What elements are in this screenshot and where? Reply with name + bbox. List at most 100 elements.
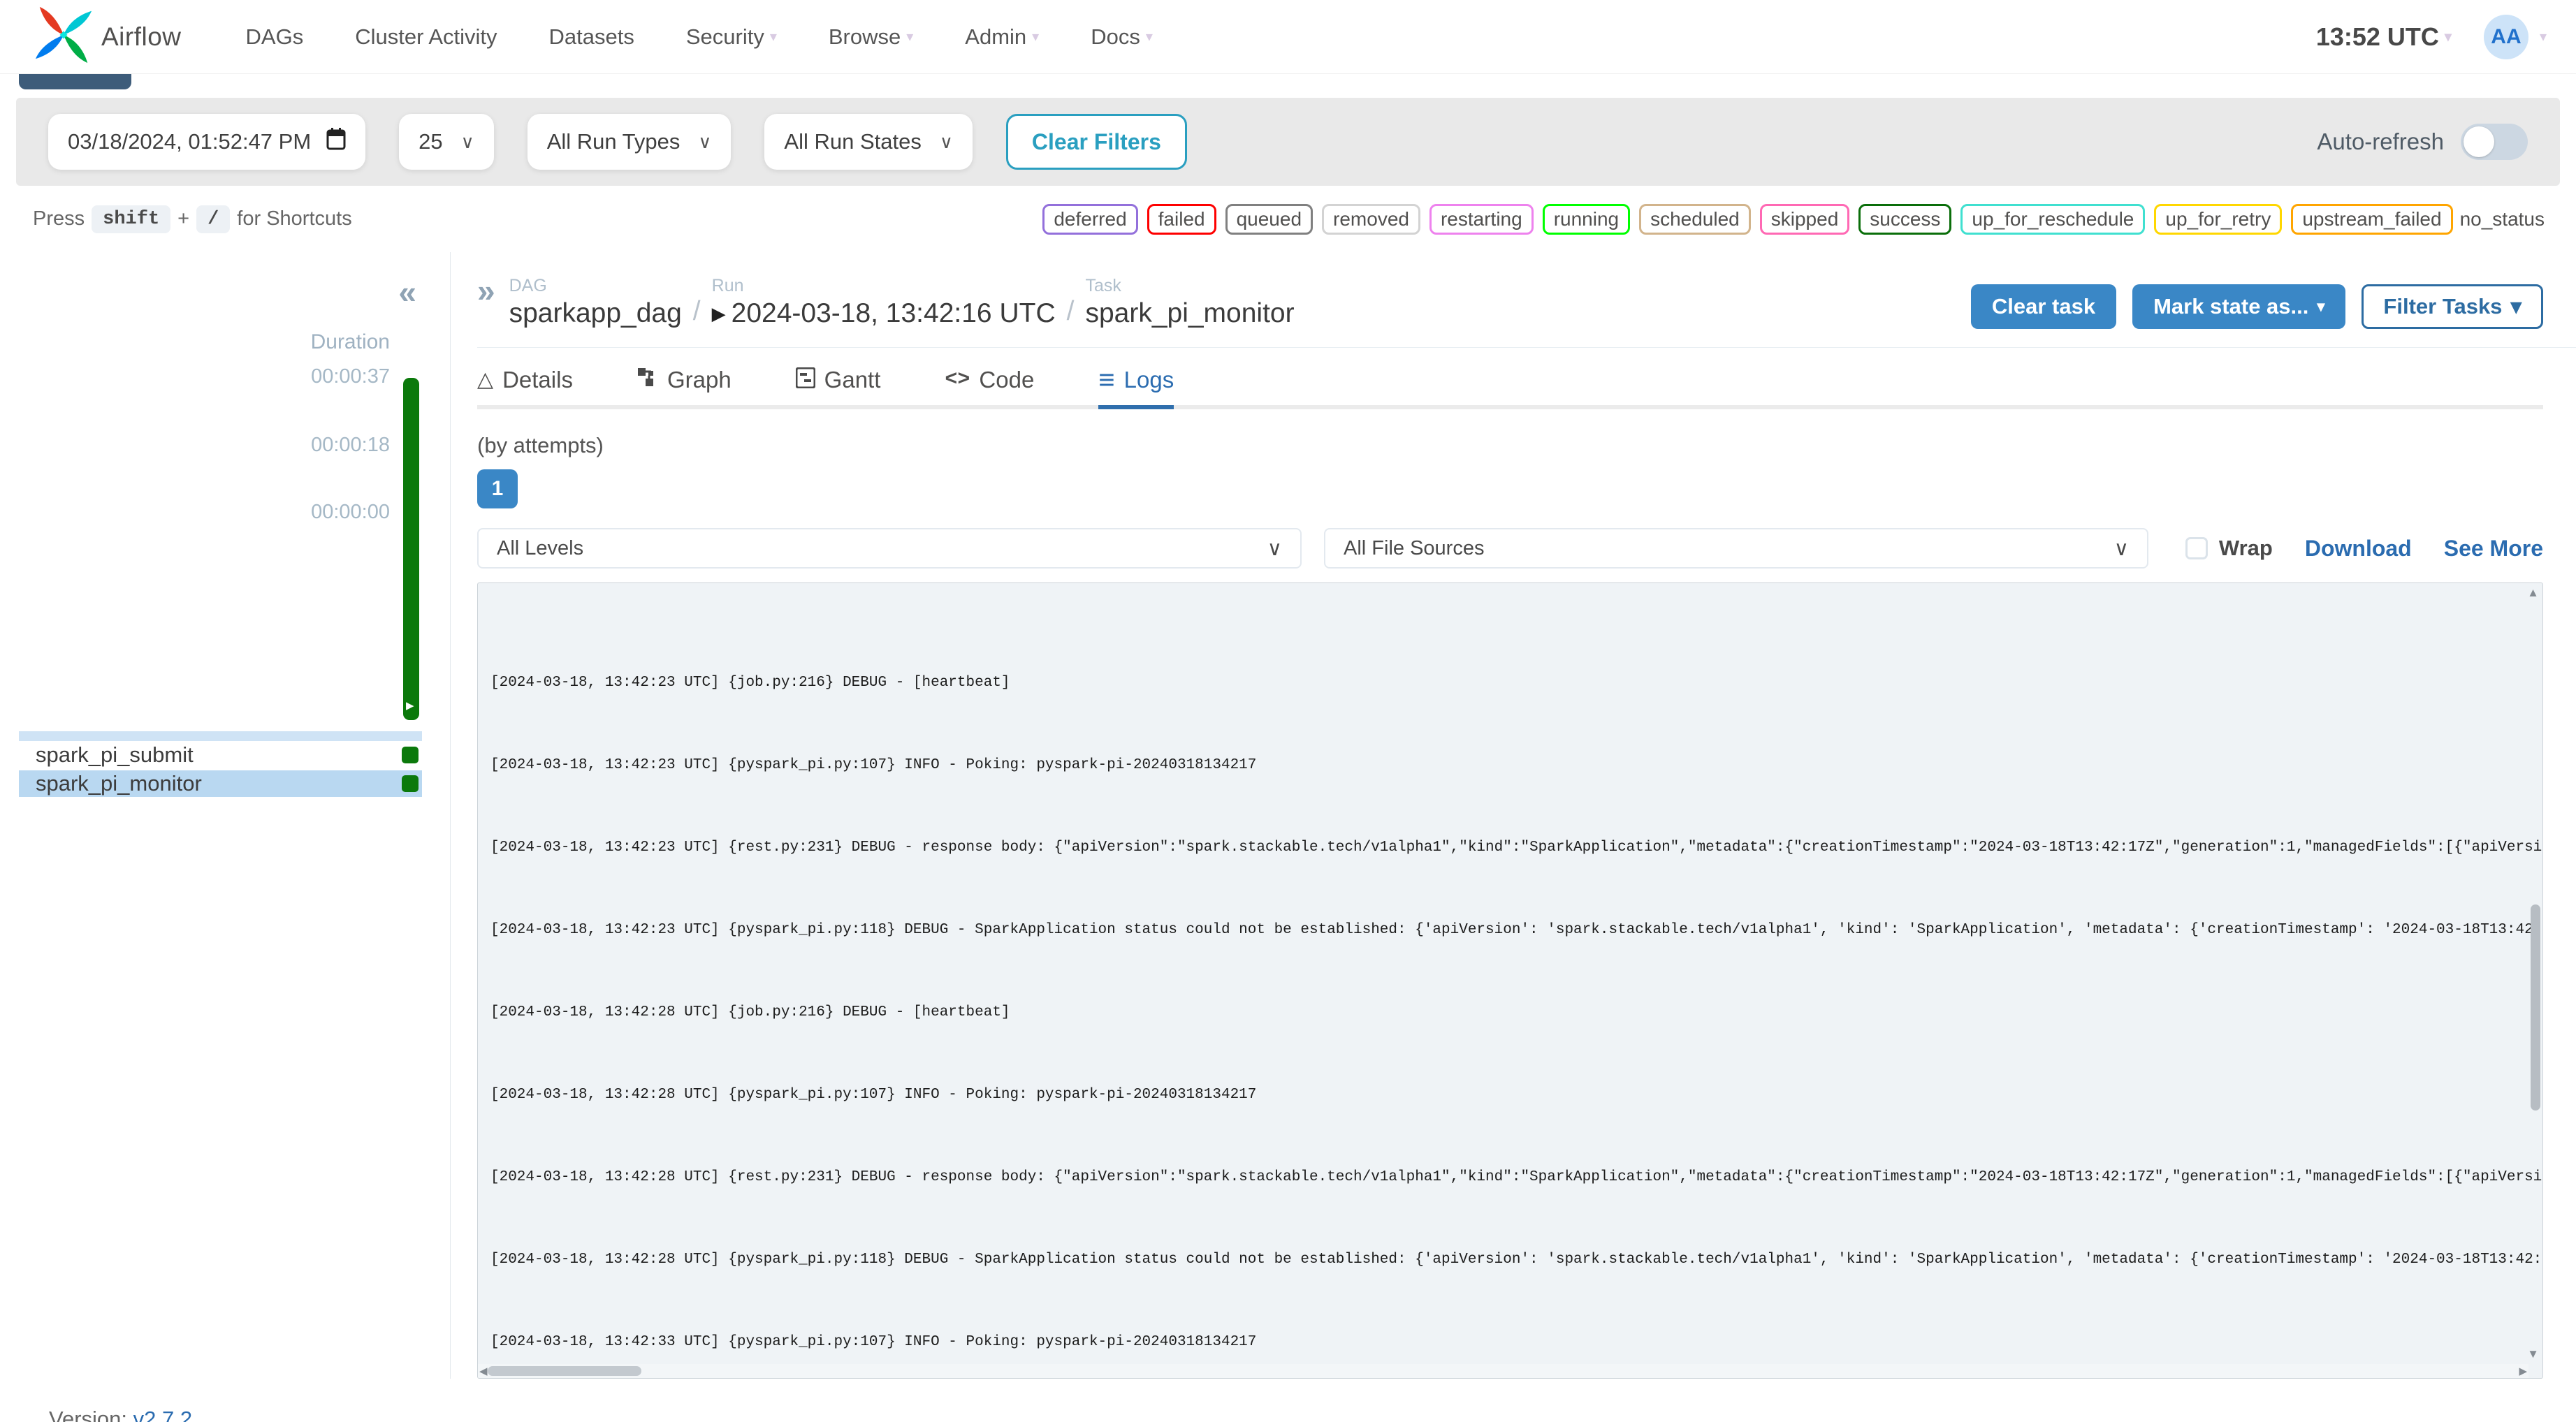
auto-refresh-label: Auto-refresh (2317, 129, 2444, 154)
shortcut-legend-row: Press shift + / for Shortcuts deferred f… (0, 186, 2576, 252)
task-row-spark-pi-monitor[interactable]: spark_pi_monitor (19, 770, 422, 797)
logs-icon: ≡ (1098, 365, 1115, 395)
log-line: [2024-03-18, 13:42:28 UTC] {pyspark_pi.p… (490, 1087, 1257, 1103)
state-badge[interactable]: upstream_failed (2291, 203, 2453, 235)
state-badge[interactable]: success (1858, 203, 1952, 235)
tab-code[interactable]: <> Code (945, 366, 1034, 409)
horizontal-scrollbar[interactable]: ◀ ▶ (478, 1364, 2528, 1378)
nav-menu-item[interactable]: DAGs (246, 24, 304, 50)
log-line: [2024-03-18, 13:42:28 UTC] {pyspark_pi.p… (490, 1252, 2542, 1268)
chevron-down-icon: ▾ (2510, 294, 2522, 318)
nav-menu-item[interactable]: Cluster Activity (355, 24, 497, 50)
state-badge[interactable]: failed (1147, 203, 1216, 235)
auto-refresh-toggle[interactable] (2461, 124, 2528, 160)
details-panel: » DAG sparkapp_dag / Run ▶ 2024-03-18, 1… (451, 252, 2576, 1379)
breadcrumb-run-value[interactable]: ▶ 2024-03-18, 13:42:16 UTC (712, 298, 1056, 329)
manual-run-icon: ▶ (711, 302, 726, 324)
scroll-right-icon[interactable]: ▶ (2519, 1365, 2527, 1377)
log-line: [2024-03-18, 13:42:33 UTC] {pyspark_pi.p… (490, 1334, 1257, 1350)
nav-menu-item[interactable]: Admin ▾ (965, 24, 1039, 50)
download-logs-link[interactable]: Download (2305, 536, 2412, 562)
chevron-down-icon: ∨ (1267, 537, 1282, 560)
state-badge[interactable]: removed (1322, 203, 1420, 235)
chevron-down-icon: ▾ (2539, 29, 2547, 45)
run-states-select[interactable]: All Run States ∨ (764, 114, 973, 170)
state-badge[interactable]: up_for_retry (2154, 203, 2283, 235)
wrap-checkbox[interactable] (2185, 537, 2208, 559)
tab-logs[interactable]: ≡ Logs (1098, 366, 1174, 409)
base-date-input[interactable]: 03/18/2024, 01:52:47 PM (48, 114, 366, 170)
log-lines: [2024-03-18, 13:42:23 UTC] {job.py:216} … (478, 583, 2542, 1351)
see-more-link[interactable]: See More (2444, 536, 2543, 562)
tab-graph[interactable]: Graph (637, 366, 732, 409)
log-output-panel[interactable]: [2024-03-18, 13:42:23 UTC] {job.py:216} … (477, 582, 2543, 1379)
task-state-square-success[interactable] (402, 747, 419, 763)
breadcrumb-run: Run ▶ 2024-03-18, 13:42:16 UTC (712, 276, 1056, 329)
attempt-1-button[interactable]: 1 (477, 469, 518, 508)
breadcrumb-task-value[interactable]: spark_pi_monitor (1085, 298, 1294, 329)
shift-key-badge: shift (92, 205, 171, 233)
utc-clock[interactable]: 13:52 UTC ▾ (2316, 22, 2452, 52)
no-status-label[interactable]: no_status (2460, 208, 2545, 230)
task-state-square-success[interactable] (402, 775, 419, 792)
clipped-button-fragment[interactable] (19, 74, 131, 89)
graph-icon (637, 367, 658, 393)
state-badge[interactable]: scheduled (1639, 203, 1751, 235)
chevron-down-icon: ▾ (2444, 29, 2452, 45)
scroll-up-icon[interactable]: ▲ (2527, 586, 2539, 600)
nav-menu-item[interactable]: Browse ▾ (829, 24, 913, 50)
log-controls: All Levels ∨ All File Sources ∨ Wrap Dow… (477, 528, 2543, 569)
selected-run-strip (19, 731, 422, 741)
task-row-spark-pi-submit[interactable]: spark_pi_submit (19, 742, 422, 768)
clear-filters-button[interactable]: Clear Filters (1005, 114, 1187, 170)
tab-gantt[interactable]: Gantt (795, 366, 880, 409)
dag-run-duration-bar[interactable]: ▶ (403, 378, 419, 720)
chevron-down-icon: ∨ (698, 131, 712, 152)
nav-menu-item[interactable]: Datasets (549, 24, 634, 50)
details-icon: △ (477, 368, 494, 391)
expand-panel-icon[interactable]: » (477, 272, 495, 329)
task-action-buttons: Clear task Mark state as... ▾ Filter Tas… (1970, 284, 2543, 329)
log-line: [2024-03-18, 13:42:23 UTC] {pyspark_pi.p… (490, 922, 2542, 938)
toggle-knob (2464, 126, 2494, 157)
state-badge[interactable]: running (1542, 203, 1631, 235)
chevron-down-icon: ∨ (460, 131, 474, 152)
airflow-logo[interactable]: Airflow (33, 4, 182, 69)
footer: Version: v2.7.2 (0, 1379, 2576, 1422)
version-link[interactable]: v2.7.2 (133, 1407, 192, 1422)
play-icon: ▶ (406, 700, 414, 712)
avatar[interactable]: AA (2483, 14, 2528, 59)
vertical-scrollbar-thumb[interactable] (2531, 904, 2540, 1111)
breadcrumb-dag-value[interactable]: sparkapp_dag (509, 298, 682, 329)
state-badge[interactable]: queued (1225, 203, 1314, 235)
collapse-sidebar-icon[interactable]: « (398, 273, 416, 311)
version-label: Version: (49, 1407, 128, 1422)
chevron-down-icon: ▾ (769, 29, 777, 45)
state-badge[interactable]: deferred (1042, 203, 1138, 235)
state-badge[interactable]: up_for_reschedule (1960, 203, 2146, 235)
horizontal-scrollbar-thumb[interactable] (488, 1366, 641, 1376)
log-line: [2024-03-18, 13:42:28 UTC] {job.py:216} … (490, 1004, 1010, 1020)
file-source-select[interactable]: All File Sources ∨ (1324, 528, 2148, 569)
calendar-icon[interactable] (326, 128, 346, 156)
state-badge[interactable]: skipped (1759, 203, 1850, 235)
filter-tasks-button[interactable]: Filter Tasks ▾ (2362, 284, 2543, 329)
clear-task-button[interactable]: Clear task (1970, 284, 2117, 329)
scroll-left-icon[interactable]: ◀ (479, 1365, 488, 1377)
detail-tabs: △ Details Graph Gantt <> Code ≡ Logs (477, 348, 2543, 409)
log-line: [2024-03-18, 13:42:23 UTC] {rest.py:231}… (490, 840, 2542, 856)
task-list: spark_pi_submit spark_pi_monitor (19, 742, 422, 799)
page-size-select[interactable]: 25 ∨ (399, 114, 494, 170)
mark-state-button[interactable]: Mark state as... ▾ (2132, 284, 2346, 329)
brand-name: Airflow (101, 22, 182, 51)
scroll-down-icon[interactable]: ▼ (2527, 1347, 2539, 1361)
state-badge[interactable]: restarting (1429, 203, 1534, 235)
run-types-select[interactable]: All Run Types ∨ (527, 114, 732, 170)
run-filter-bar: 03/18/2024, 01:52:47 PM 25 ∨ All Run Typ… (16, 98, 2560, 186)
duration-tick: 00:00:18 (311, 434, 390, 456)
nav-menu-item[interactable]: Security ▾ (686, 24, 777, 50)
tab-details[interactable]: △ Details (477, 366, 573, 409)
top-navbar: Airflow DAGs Cluster Activity Datasets S… (0, 0, 2576, 74)
log-level-select[interactable]: All Levels ∨ (477, 528, 1302, 569)
nav-menu-item[interactable]: Docs ▾ (1091, 24, 1153, 50)
